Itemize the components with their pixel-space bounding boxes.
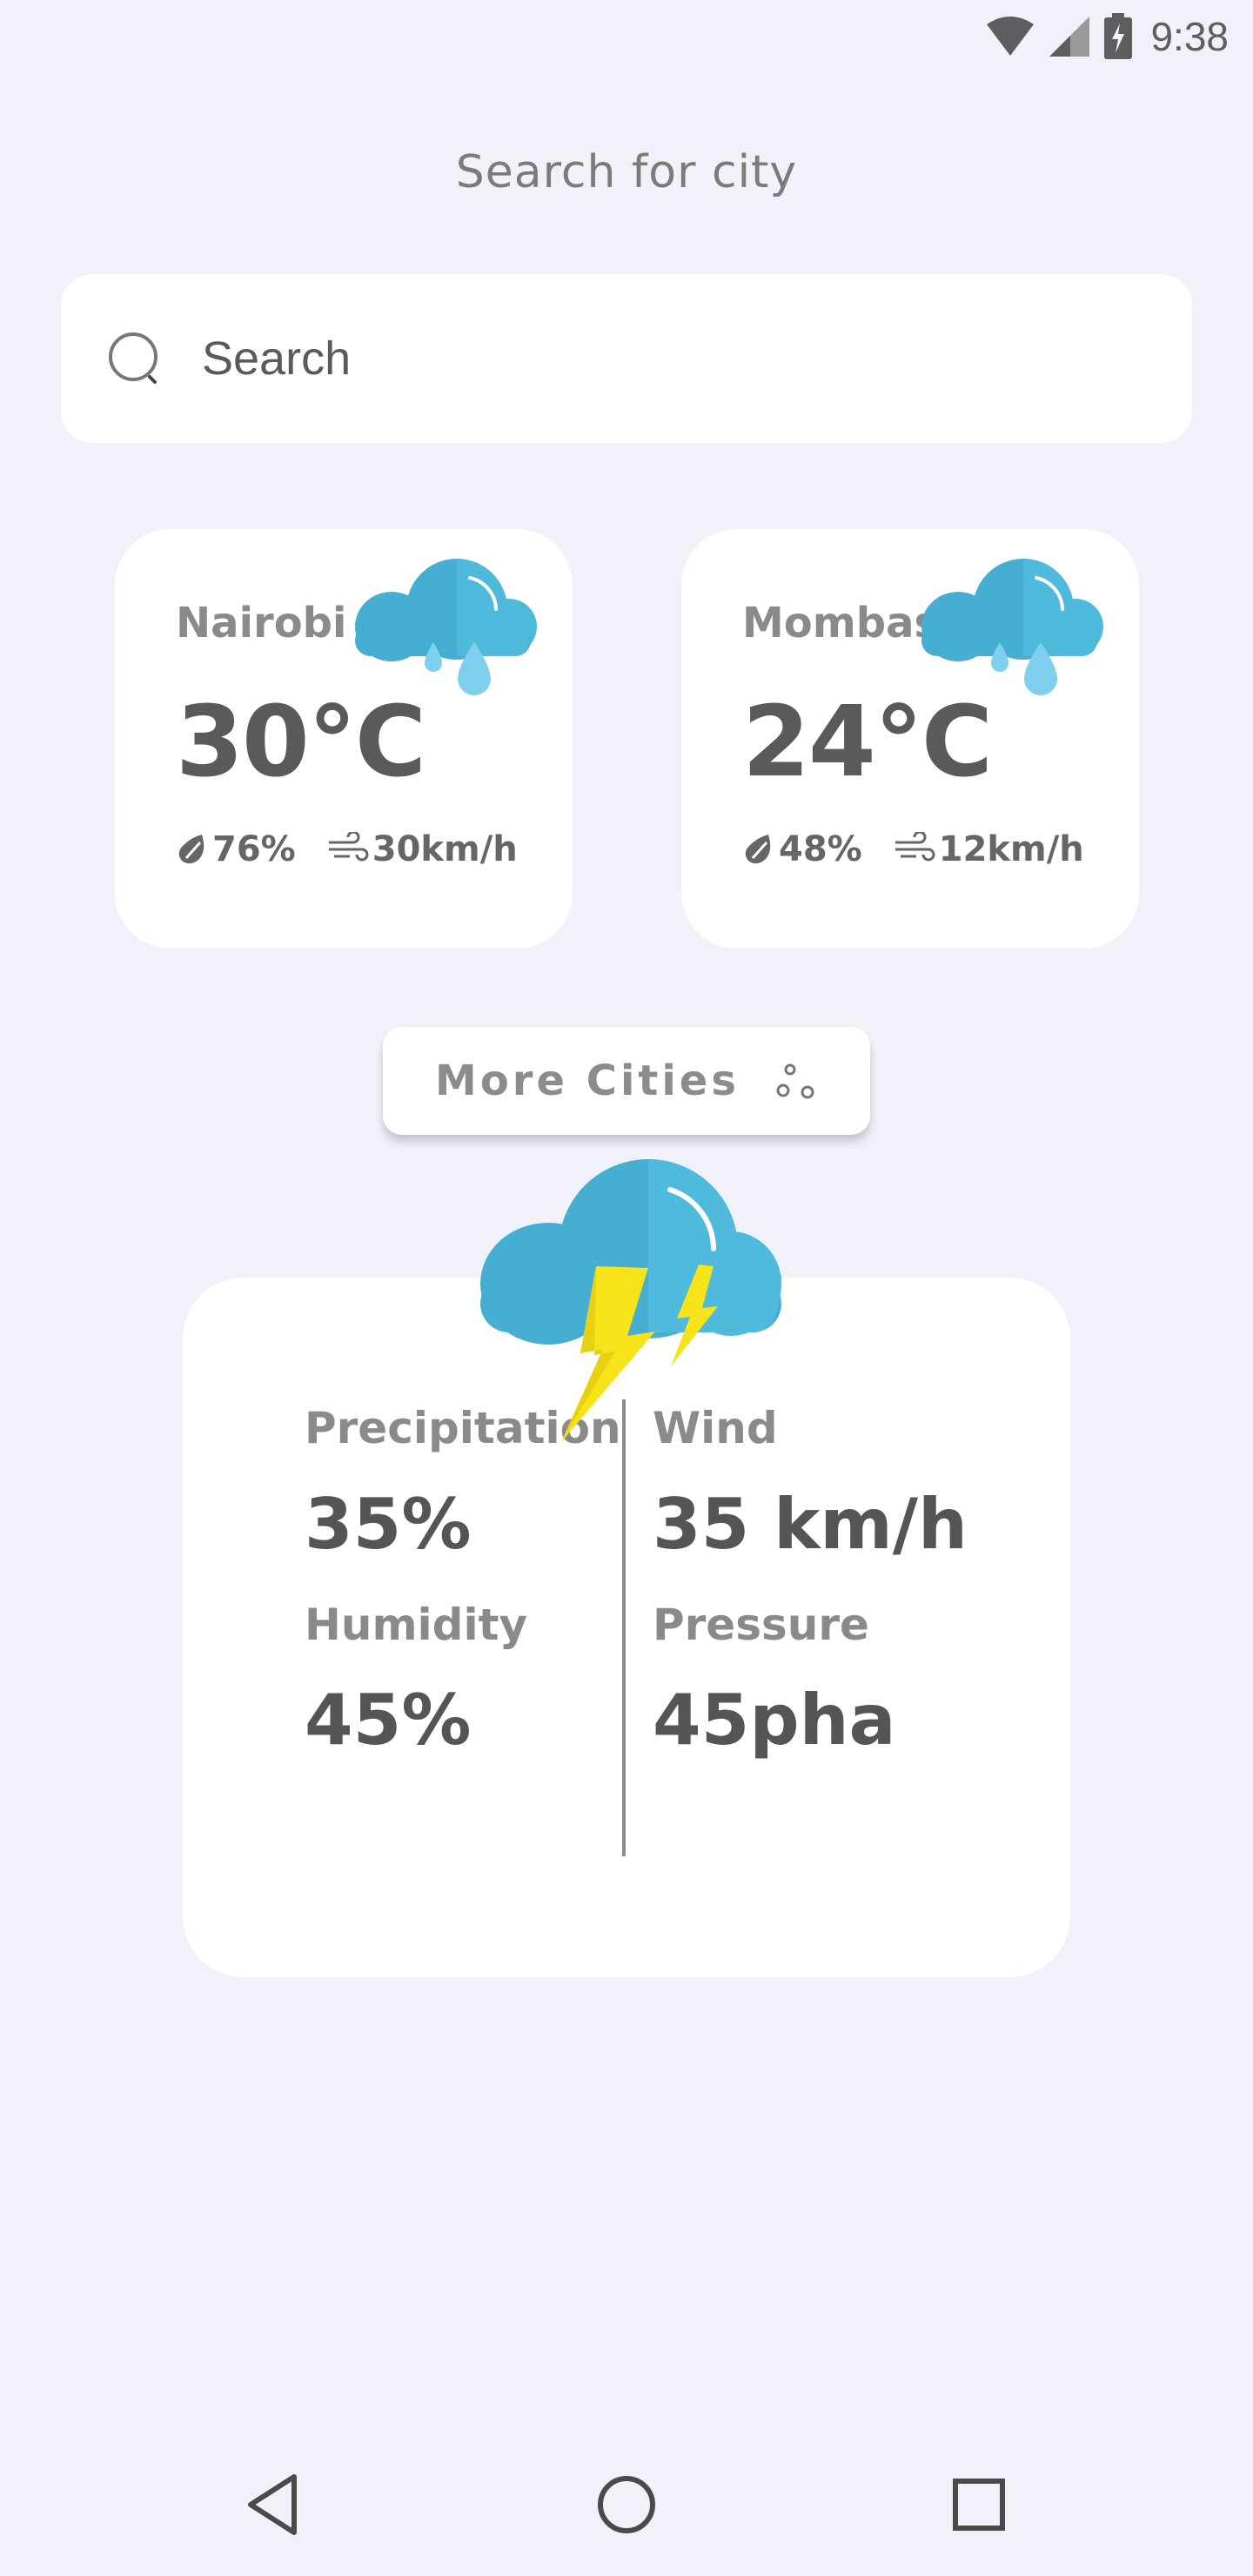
home-nav-icon[interactable] (592, 2470, 661, 2539)
wind-value: 12km/h (938, 829, 1084, 869)
more-cities-label: More Cities (435, 1057, 740, 1105)
city-temperature: 24°C (742, 686, 993, 799)
more-cities-button[interactable]: More Cities (383, 1027, 870, 1135)
humidity-value: 48% (779, 829, 862, 869)
detail-divider (622, 1399, 626, 1856)
cell-signal-icon (1049, 17, 1090, 57)
humidity-stat: 76% (176, 829, 296, 869)
city-temperature: 30°C (176, 686, 426, 799)
city-stats: 48% 12km/h (742, 829, 1084, 869)
wind-value: 35 km/h (653, 1484, 968, 1565)
status-time: 9:38 (1150, 14, 1229, 59)
wind-stat: 30km/h (327, 829, 518, 869)
status-icons: 9:38 (985, 12, 1229, 61)
wind-icon (328, 832, 369, 862)
page-title: Search for city (455, 146, 798, 198)
humidity-stat: 48% (742, 829, 862, 869)
recents-nav-icon[interactable] (944, 2470, 1014, 2539)
search-icon (109, 332, 157, 384)
wind-icon (895, 832, 935, 862)
humidity-drop-icon (745, 835, 771, 864)
city-name: Nairobi (176, 599, 347, 647)
rain-cloud-icon (921, 559, 1103, 695)
pressure-label: Pressure (653, 1600, 869, 1650)
precipitation-value: 35% (305, 1484, 472, 1565)
humidity-value: 76% (212, 829, 296, 869)
city-card-nairobi[interactable]: Nairobi 30°C 76% 30km/h (115, 529, 573, 949)
battery-icon (1104, 13, 1133, 59)
humidity-value: 45% (305, 1680, 472, 1761)
humidity-label: Humidity (305, 1600, 528, 1650)
storm-cloud-icon (480, 1159, 781, 1442)
wind-stat: 12km/h (894, 829, 1084, 869)
status-bar: 9:38 (0, 0, 1253, 73)
search-box[interactable] (61, 274, 1192, 443)
city-stats: 76% 30km/h (176, 829, 518, 869)
wifi-icon (987, 17, 1035, 56)
pressure-value: 45pha (653, 1680, 896, 1761)
wind-value: 30km/h (372, 829, 518, 869)
dots-icon (776, 1063, 814, 1099)
search-input[interactable] (200, 331, 1074, 386)
city-card-mombasa[interactable]: Mombasa 24°C 48% 12km/h (681, 529, 1139, 949)
humidity-drop-icon (178, 835, 204, 864)
rain-cloud-icon (355, 559, 537, 695)
back-nav-icon[interactable] (240, 2470, 310, 2539)
